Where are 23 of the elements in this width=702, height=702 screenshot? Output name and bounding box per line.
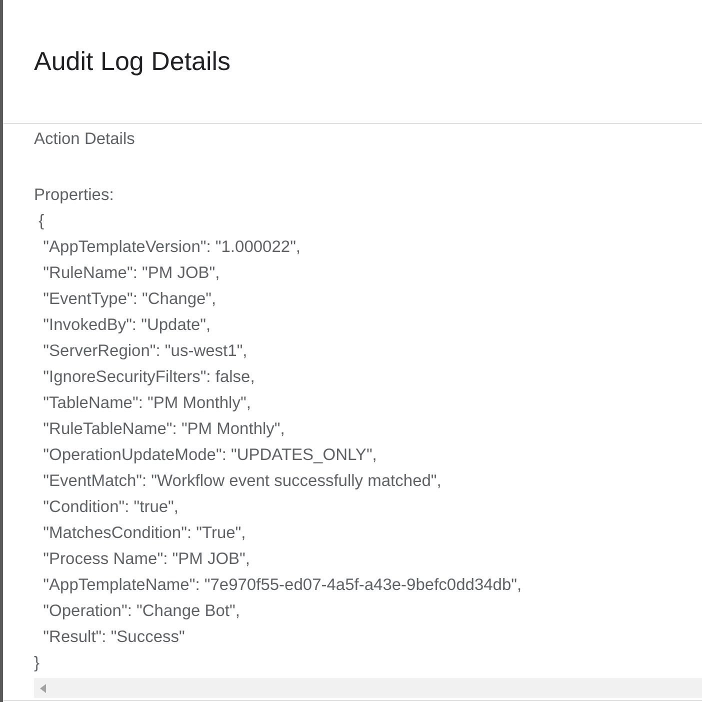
- properties-label: Properties:: [34, 185, 114, 206]
- json-line: "Result": "Success": [42, 627, 185, 648]
- json-line: "EventType": "Change",: [42, 289, 216, 310]
- json-line: "IgnoreSecurityFilters": false,: [42, 367, 255, 388]
- json-line: }: [34, 653, 40, 674]
- json-line: "EventMatch": "Workflow event successfully matched",: [42, 471, 442, 492]
- horizontal-scrollbar[interactable]: [34, 678, 702, 698]
- json-line: "Operation": "Change Bot",: [42, 601, 240, 622]
- json-line: {: [38, 211, 44, 232]
- json-line: "OperationUpdateMode": "UPDATES_ONLY",: [42, 445, 377, 466]
- json-line: "ServerRegion": "us-west1",: [42, 341, 248, 362]
- dialog-title: Audit Log Details: [34, 45, 232, 78]
- json-line: "TableName": "PM Monthly",: [42, 393, 251, 414]
- json-line: "MatchesCondition": "True",: [42, 523, 246, 544]
- json-line: "RuleName": "PM JOB",: [42, 263, 220, 284]
- json-line: "RuleTableName": "PM Monthly",: [42, 419, 285, 440]
- json-line: "Condition": "true",: [42, 497, 178, 518]
- json-line: "AppTemplateName": "7e970f55-ed07-4a5f-a43e-9befc0dd34db",: [42, 575, 522, 596]
- json-line: "Process Name": "PM JOB",: [42, 549, 250, 570]
- scroll-left-icon[interactable]: [40, 684, 46, 692]
- section-label: Action Details: [34, 129, 135, 150]
- json-line: "InvokedBy": "Update",: [42, 315, 211, 336]
- json-line: "AppTemplateVersion": "1.000022",: [42, 237, 301, 258]
